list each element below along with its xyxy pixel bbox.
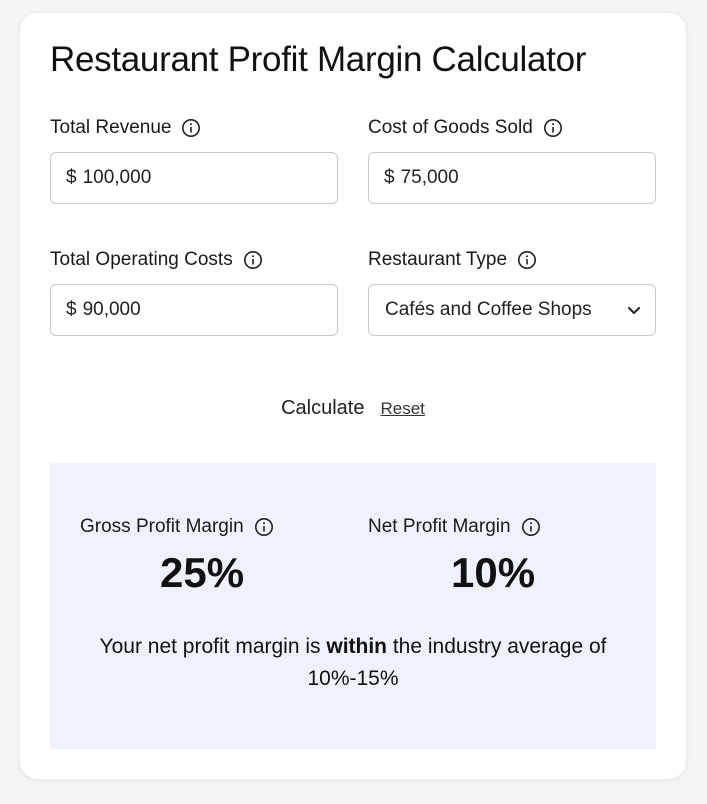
total-revenue-value: 100,000 [82, 167, 152, 188]
gross-profit-value: 25% [160, 549, 245, 596]
operating-costs-label: Total Operating Costs [50, 249, 233, 270]
cogs-label-row: Cost of Goods Sold [368, 116, 656, 140]
info-icon[interactable] [517, 250, 537, 270]
restaurant-type-label: Restaurant Type [368, 249, 508, 270]
operating-costs-value: 90,000 [82, 299, 141, 320]
cogs-input[interactable]: $ 75,000 [368, 152, 656, 204]
cogs-field: Cost of Goods Sold $ 75,000 [368, 116, 656, 204]
total-revenue-label: Total Revenue [50, 117, 172, 138]
net-profit-label-row: Net Profit Margin [368, 515, 628, 539]
total-revenue-field: Total Revenue $ 100,000 [50, 116, 338, 204]
gross-profit-label: Gross Profit Margin [80, 516, 244, 537]
info-icon[interactable] [543, 118, 563, 138]
info-icon[interactable] [521, 517, 541, 537]
currency-symbol: $ [66, 299, 77, 320]
calculator-card: Restaurant Profit Margin Calculator Tota… [20, 13, 686, 779]
calculate-button[interactable]: Calculate [281, 397, 364, 420]
info-icon[interactable] [243, 250, 263, 270]
restaurant-type-field: Restaurant Type Cafés and Coffee Shops [368, 248, 656, 336]
currency-symbol: $ [384, 167, 395, 188]
gross-profit-label-row: Gross Profit Margin [80, 515, 340, 539]
info-icon[interactable] [181, 118, 201, 138]
operating-costs-field: Total Operating Costs $ 90,000 [50, 248, 338, 336]
operating-costs-label-row: Total Operating Costs [50, 248, 338, 272]
summary-emphasis: within [326, 635, 388, 658]
net-profit-metric: Net Profit Margin 10% [368, 515, 628, 596]
cogs-label: Cost of Goods Sold [368, 117, 533, 138]
net-profit-label: Net Profit Margin [368, 516, 511, 537]
currency-symbol: $ [66, 167, 77, 188]
industry-comparison-text: Your net profit margin is within the ind… [70, 631, 636, 695]
reset-link[interactable]: Reset [380, 399, 424, 419]
actions-row: Calculate Reset [20, 393, 686, 423]
operating-costs-input[interactable]: $ 90,000 [50, 284, 338, 336]
chevron-down-icon [627, 303, 641, 317]
net-profit-value: 10% [451, 549, 536, 596]
results-panel: Gross Profit Margin 25% Net Profit Margi… [50, 463, 656, 749]
restaurant-type-label-row: Restaurant Type [368, 248, 656, 272]
total-revenue-input[interactable]: $ 100,000 [50, 152, 338, 204]
page-title: Restaurant Profit Margin Calculator [50, 40, 587, 79]
gross-profit-metric: Gross Profit Margin 25% [80, 515, 340, 596]
total-revenue-label-row: Total Revenue [50, 116, 338, 140]
restaurant-type-selected: Cafés and Coffee Shops [385, 299, 592, 320]
summary-prefix: Your net profit margin is [99, 635, 327, 658]
restaurant-type-select[interactable]: Cafés and Coffee Shops [368, 284, 656, 336]
cogs-value: 75,000 [400, 167, 459, 188]
info-icon[interactable] [254, 517, 274, 537]
